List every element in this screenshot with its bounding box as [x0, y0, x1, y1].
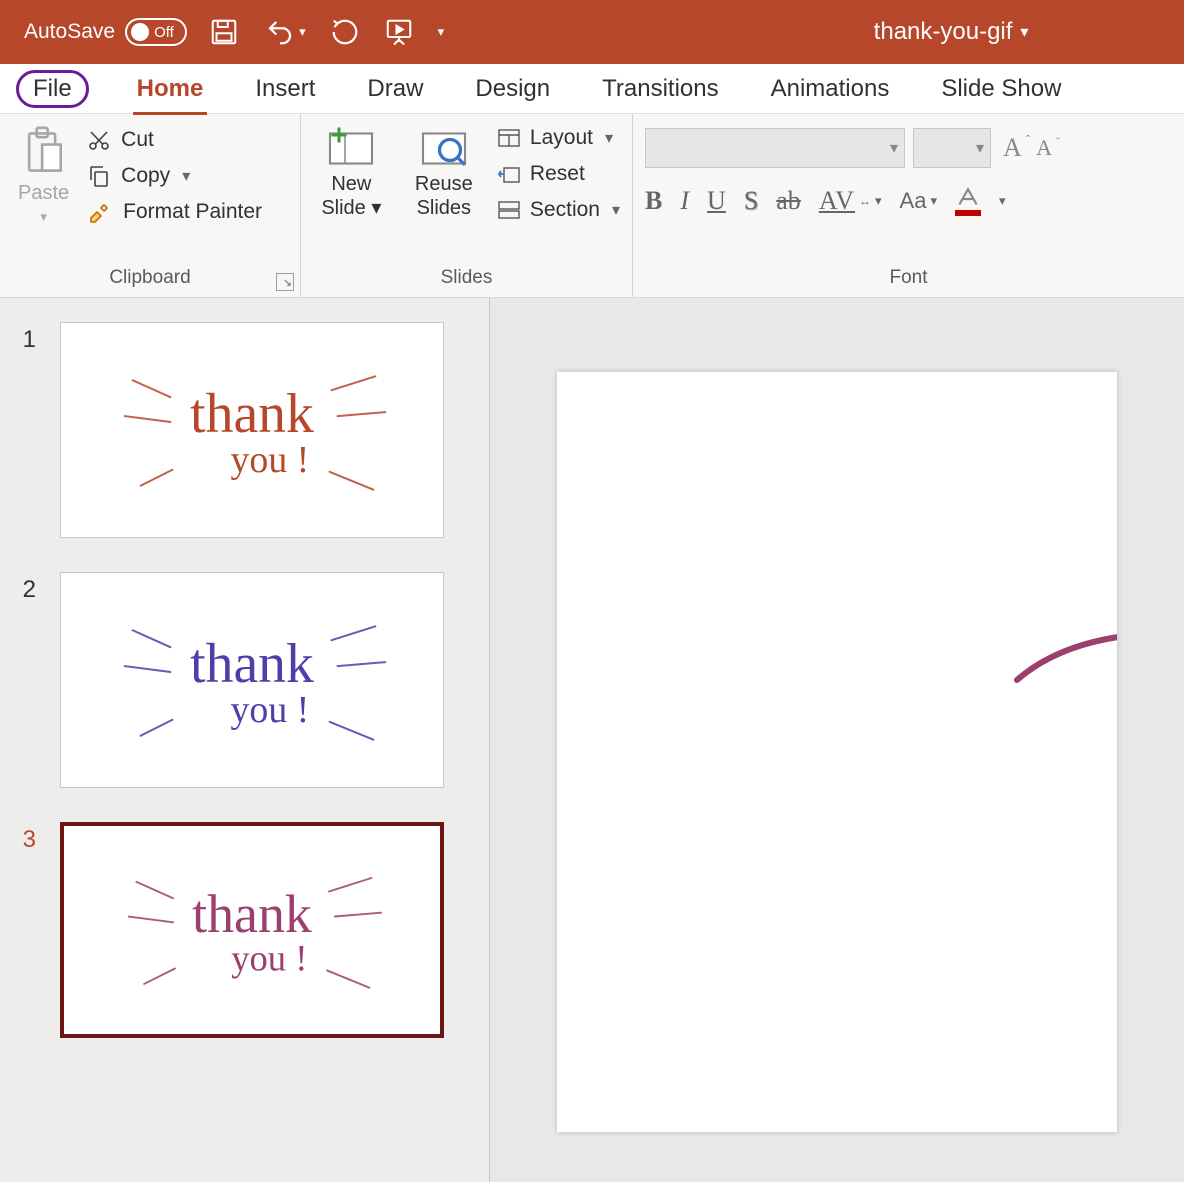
thank-text: thank — [190, 383, 314, 445]
chevron-down-icon: ▾ — [612, 200, 620, 220]
chevron-down-icon: ▾ — [930, 193, 937, 209]
you-text: you ! — [231, 439, 310, 481]
slide-editor-area[interactable] — [490, 298, 1184, 1182]
layout-button[interactable]: Layout ▾ — [498, 124, 620, 152]
slide-thumbnail-2[interactable]: thank you ! — [60, 572, 444, 788]
tab-insert[interactable]: Insert — [251, 69, 319, 109]
italic-button[interactable]: I — [680, 186, 689, 216]
font-color-button[interactable] — [955, 187, 981, 216]
slide-canvas[interactable] — [557, 372, 1117, 1132]
chevron-down-icon[interactable]: ▾ — [999, 193, 1006, 209]
autosave-state: Off — [154, 24, 174, 41]
redo-button[interactable] — [330, 17, 360, 47]
save-icon[interactable] — [209, 17, 239, 47]
slide-decoration-line — [1007, 630, 1117, 690]
ribbon: Paste ▾ Cut Copy ▾ Format Painter C — [0, 114, 1184, 298]
group-label-slides: Slides — [313, 267, 620, 293]
customize-qat-icon[interactable]: ▾ — [438, 24, 445, 40]
slide-thumbnail-1[interactable]: thank you ! — [60, 322, 444, 538]
thumbnail-row: 3 thank you ! — [18, 822, 471, 1038]
bold-button[interactable]: B — [645, 186, 662, 216]
chevron-down-icon: ▾ — [40, 209, 47, 225]
slide-thumbnails-pane[interactable]: 1 thank you ! 2 — [0, 298, 490, 1182]
font-size-select[interactable]: ▾ — [913, 128, 991, 168]
format-painter-button[interactable]: Format Painter — [87, 198, 262, 226]
character-spacing-button[interactable]: AV ↔ ▾ — [819, 186, 882, 216]
increase-font-button[interactable]: Aˆ — [1003, 133, 1030, 163]
chevron-down-icon: ▾ — [976, 138, 984, 158]
chevron-down-icon: ▾ — [890, 138, 898, 158]
ribbon-tabs: File Home Insert Draw Design Transitions… — [0, 64, 1184, 114]
tab-home[interactable]: Home — [133, 69, 208, 109]
svg-text:you !: you ! — [231, 937, 307, 978]
quick-access-toolbar: ▾ ▾ — [209, 16, 444, 48]
reset-button[interactable]: Reset — [498, 160, 620, 188]
chevron-down-icon: ▾ — [1020, 22, 1028, 42]
group-label-font: Font — [645, 267, 1172, 293]
svg-text:you !: you ! — [231, 689, 310, 731]
autosave-toggle[interactable]: Off — [125, 18, 187, 46]
font-color-swatch — [955, 210, 981, 216]
paste-button[interactable]: Paste ▾ — [12, 122, 75, 229]
slide-thumbnail-3[interactable]: thank you ! — [60, 822, 444, 1038]
change-case-button[interactable]: Aa ▾ — [900, 188, 937, 214]
chevron-down-icon: ▾ — [182, 166, 190, 186]
group-label-clipboard: Clipboard — [12, 267, 288, 293]
svg-text:thank: thank — [192, 884, 312, 944]
text-shadow-button[interactable]: S — [744, 186, 758, 216]
svg-text:thank: thank — [190, 633, 314, 695]
tab-slideshow[interactable]: Slide Show — [937, 69, 1065, 109]
workspace: 1 thank you ! 2 — [0, 298, 1184, 1182]
thumbnail-row: 1 thank you ! — [18, 322, 471, 538]
thumbnail-row: 2 thank you ! — [18, 572, 471, 788]
tab-file[interactable]: File — [16, 70, 89, 108]
section-button[interactable]: Section ▾ — [498, 196, 620, 224]
undo-button[interactable]: ▾ — [263, 17, 306, 47]
chevron-down-icon: ▾ — [875, 193, 882, 209]
toggle-knob — [131, 23, 149, 41]
new-slide-button[interactable]: New Slide ▾ — [313, 122, 390, 224]
reuse-slides-button[interactable]: Reuse Slides — [402, 122, 486, 224]
tab-design[interactable]: Design — [471, 69, 554, 109]
thumbnail-number: 1 — [18, 326, 36, 354]
decrease-font-button[interactable]: Aˇ — [1036, 133, 1060, 163]
autosave-label: AutoSave — [24, 20, 115, 44]
chevron-down-icon: ▾ — [605, 128, 613, 148]
tab-transitions[interactable]: Transitions — [598, 69, 722, 109]
chevron-down-icon: ▾ — [371, 197, 381, 219]
title-bar: AutoSave Off ▾ ▾ thank-you-gif ▾ — [0, 0, 1184, 64]
tab-animations[interactable]: Animations — [767, 69, 894, 109]
present-from-start-icon[interactable] — [384, 16, 414, 48]
strikethrough-button[interactable]: ab — [776, 186, 801, 216]
underline-button[interactable]: U — [707, 186, 726, 216]
cut-button[interactable]: Cut — [87, 126, 262, 154]
thumbnail-number: 2 — [18, 576, 36, 604]
clipboard-dialog-launcher[interactable]: ↘ — [276, 273, 294, 291]
font-name-select[interactable]: ▾ — [645, 128, 905, 168]
copy-button[interactable]: Copy ▾ — [87, 162, 262, 190]
autosave-control[interactable]: AutoSave Off — [24, 18, 187, 46]
thumbnail-number: 3 — [18, 826, 36, 854]
tab-draw[interactable]: Draw — [363, 69, 427, 109]
document-title[interactable]: thank-you-gif ▾ — [874, 18, 1029, 46]
